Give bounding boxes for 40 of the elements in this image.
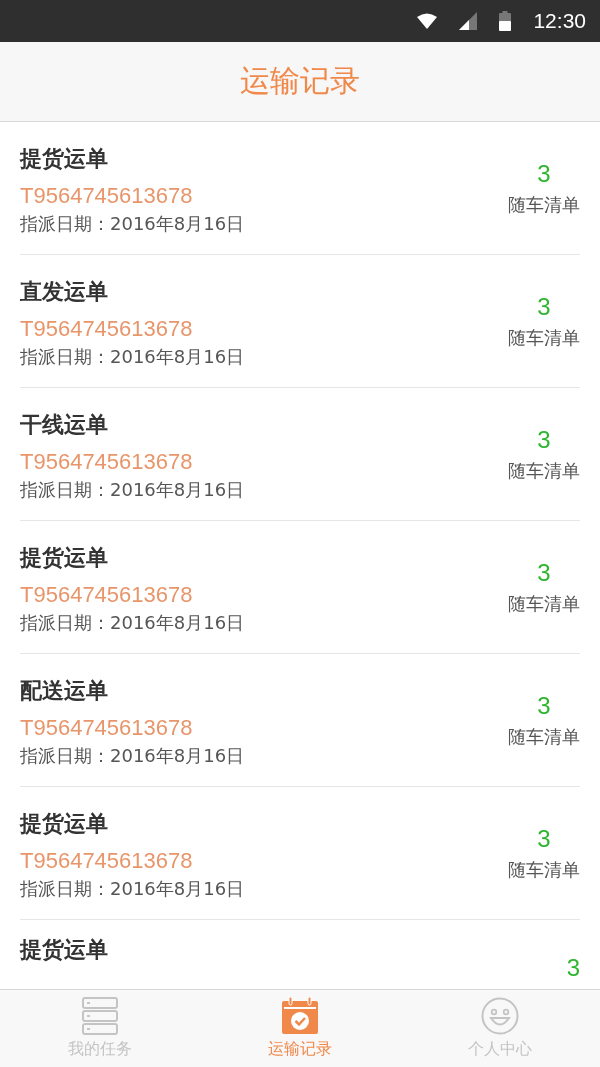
item-count: 3: [537, 824, 551, 854]
assign-date: 指派日期：2016年8月16日: [20, 478, 245, 502]
checklist-label[interactable]: 随车清单: [508, 589, 580, 619]
item-count: 3: [566, 953, 580, 983]
smiley-icon: [481, 997, 519, 1035]
checklist-label[interactable]: 随车清单: [508, 456, 580, 486]
item-count: 3: [537, 558, 551, 588]
assign-date: 指派日期：2016年8月16日: [20, 212, 245, 236]
order-type: 提货运单: [20, 145, 109, 173]
checklist-label[interactable]: 随车清单: [508, 323, 580, 353]
item-count: 3: [537, 691, 551, 721]
assign-date: 指派日期：2016年8月16日: [20, 744, 245, 768]
item-count: 3: [537, 425, 551, 455]
order-number: T9564745613678: [20, 315, 194, 343]
order-type: 直发运单: [20, 278, 109, 306]
checklist-label[interactable]: 随车清单: [508, 190, 580, 220]
order-number: T9564745613678: [20, 182, 194, 210]
page-title: 运输记录: [240, 62, 360, 100]
order-number: T9564745613678: [20, 581, 194, 609]
order-type: 提货运单: [20, 810, 109, 838]
wifi-icon: [417, 13, 438, 29]
list-icon: [81, 997, 119, 1035]
battery-icon: [499, 11, 512, 31]
order-number: T9564745613678: [20, 714, 194, 742]
checklist-label[interactable]: 随车清单: [508, 722, 580, 752]
calendar-check-icon: [281, 997, 319, 1035]
order-number: T9564745613678: [20, 448, 194, 476]
clock-time: 12:30: [533, 9, 586, 33]
order-type: 提货运单: [20, 936, 108, 964]
order-type: 干线运单: [20, 411, 109, 439]
assign-date: 指派日期：2016年8月16日: [20, 345, 245, 369]
item-count: 3: [537, 159, 551, 189]
assign-date: 指派日期：2016年8月16日: [20, 611, 245, 635]
order-type: 配送运单: [20, 677, 109, 705]
signal-icon: [459, 12, 478, 30]
checklist-label[interactable]: 随车清单: [508, 855, 580, 885]
assign-date: 指派日期：2016年8月16日: [20, 877, 245, 901]
item-count: 3: [537, 292, 551, 322]
order-number: T9564745613678: [20, 847, 194, 875]
order-type: 提货运单: [20, 544, 109, 572]
